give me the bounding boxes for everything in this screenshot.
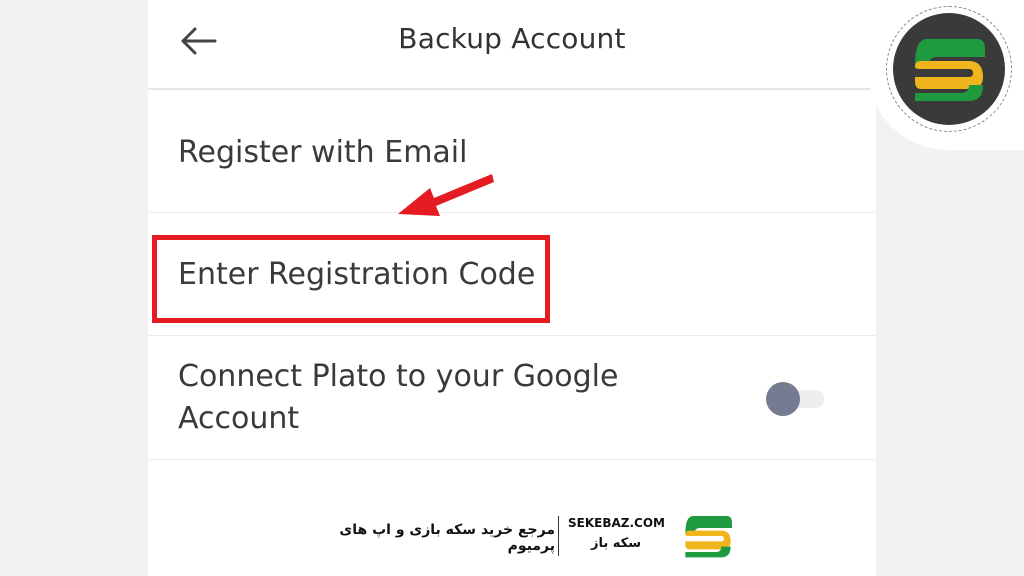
register-with-email-label: Register with Email — [178, 135, 468, 170]
connect-google-account-option[interactable]: Connect Plato to your Google Account — [148, 336, 876, 460]
sekebaz-logo-icon — [915, 39, 985, 101]
sekebaz-logo-icon — [685, 516, 732, 558]
enter-registration-code-option[interactable]: Enter Registration Code — [148, 213, 876, 336]
enter-registration-code-label: Enter Registration Code — [178, 257, 536, 292]
watermark-footer: مرجع خرید سکه بازی و اپ های پرمیوم SEKEB… — [148, 508, 876, 576]
google-account-toggle[interactable] — [766, 382, 826, 416]
footer-divider — [558, 516, 559, 556]
connect-google-account-label: Connect Plato to your Google Account — [178, 359, 619, 436]
watermark-domain: SEKEBAZ.COM — [568, 516, 665, 530]
app-header: Backup Account — [148, 0, 876, 90]
watermark-brand: سکه باز — [590, 536, 641, 551]
watermark-tagline: مرجع خرید سکه بازی و اپ های پرمیوم — [339, 522, 555, 554]
page-title: Backup Account — [398, 22, 626, 55]
toggle-knob — [766, 382, 800, 416]
backup-account-screen: Backup Account Register with Email Enter… — [148, 0, 876, 576]
register-with-email-option[interactable]: Register with Email — [148, 92, 876, 213]
corner-logo — [886, 6, 1012, 132]
